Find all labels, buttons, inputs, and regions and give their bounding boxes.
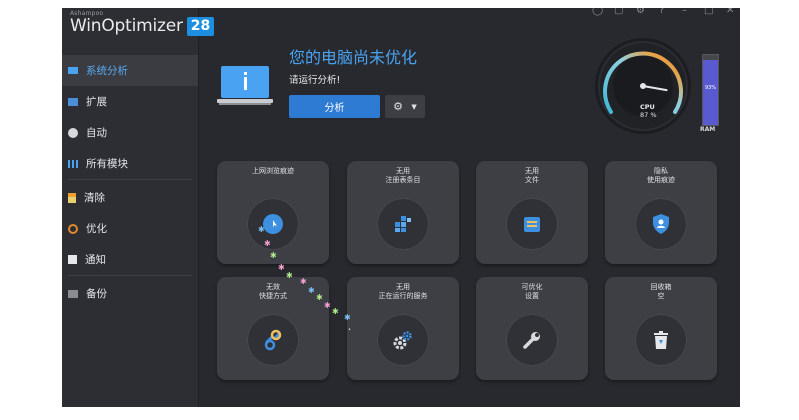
sparkle-icon: ✱ [278, 263, 285, 272]
backup-icon [68, 289, 78, 298]
sidebar-item-label: 系统分析 [86, 65, 128, 77]
cpu-gauge [595, 38, 691, 134]
check-box-icon [68, 255, 77, 264]
wrench-icon [523, 332, 540, 349]
note-icon[interactable]: ▢ [614, 8, 623, 16]
sparkle-icon: ✱ [344, 313, 351, 322]
brand-name: WinOptimizer [70, 16, 183, 36]
extend-icon [68, 97, 78, 106]
privacy-shield-icon [653, 214, 669, 234]
sidebar-item-label: 清除 [84, 192, 105, 204]
broken-link-icon [264, 329, 282, 351]
sparkle-icon: ✱ [300, 277, 307, 286]
feedback-icon[interactable]: ◯ [592, 8, 603, 16]
ram-bar-fill [703, 59, 718, 125]
sidebar-item-extend[interactable]: 扩展 [62, 86, 198, 117]
sidebar-item-label: 通知 [85, 254, 106, 266]
close-icon[interactable]: ✕ [726, 8, 734, 16]
sparkle-icon: ✱ [270, 251, 277, 260]
tile-icon-circle [377, 198, 429, 250]
tile-label: 无用 正在运行的服务 [378, 283, 428, 300]
tile-icon-circle [506, 314, 558, 366]
help-icon[interactable]: ? [659, 8, 664, 16]
sidebar-divider [68, 275, 192, 276]
tile-running-services[interactable]: 无用 正在运行的服务 [347, 277, 459, 380]
cpu-label: CPU [640, 103, 655, 111]
ram-label: RAM [700, 126, 716, 133]
tile-icon-circle [247, 314, 299, 366]
sidebar-item-optimize[interactable]: 优化 [62, 213, 198, 244]
sidebar: Ashampoo WinOptimizer 28 系统分析 扩展 自动 所有模块 [62, 8, 215, 407]
tile-label: 上网浏览痕迹 [252, 167, 294, 175]
sidebar-item-auto[interactable]: 自动 [62, 117, 198, 148]
sidebar-item-label: 所有模块 [86, 158, 128, 170]
sidebar-item-label: 备份 [86, 288, 107, 300]
ram-bar: 93% [702, 54, 719, 126]
files-tray-icon [524, 217, 540, 232]
sidebar-item-label: 自动 [86, 127, 107, 139]
sparkle-icon: ✱ [324, 301, 331, 310]
tile-registry-entries[interactable]: 无用 注册表条目 [347, 161, 459, 264]
tile-label: 隐私 使用痕迹 [647, 167, 675, 184]
brand-logo: Ashampoo WinOptimizer 28 [70, 10, 215, 36]
speedometer-icon [68, 223, 78, 234]
laptop-info-icon [217, 66, 273, 105]
sparkle-icon: ✱ [332, 307, 339, 316]
sparkle-icon: ✱ [286, 271, 293, 280]
brand-version-badge: 28 [186, 16, 215, 36]
ram-value: 93% [704, 85, 717, 91]
tile-junk-files[interactable]: 无用 文件 [476, 161, 588, 264]
tile-privacy-traces[interactable]: 隐私 使用痕迹 [605, 161, 717, 264]
minimize-icon[interactable]: – [682, 8, 687, 16]
tile-recycle-bin[interactable]: 回收箱 空 [605, 277, 717, 380]
sidebar-item-backup[interactable]: 备份 [62, 278, 198, 309]
sidebar-item-label: 优化 [86, 223, 107, 235]
sidebar-item-system-analysis[interactable]: 系统分析 [62, 55, 198, 86]
chevron-down-icon: ▼ [411, 102, 417, 111]
cpu-value: 87 % [640, 111, 657, 119]
tile-icon-circle [506, 198, 558, 250]
page-title: 您的电脑尚未优化 [289, 48, 418, 67]
tile-label: 无用 注册表条目 [385, 167, 421, 184]
tile-browser-traces[interactable]: 上网浏览痕迹 [217, 161, 329, 264]
gear-icon: ⚙ [393, 100, 404, 113]
app-window: ◯ ▢ ⚙ ? – □ ✕ Ashampoo WinOptimizer 28 系… [62, 8, 740, 407]
auto-icon [68, 127, 78, 138]
tile-icon-circle [635, 314, 687, 366]
system-analysis-icon [68, 67, 78, 74]
sidebar-nav: 系统分析 扩展 自动 所有模块 清除 优化 通知 备份 [62, 55, 198, 309]
maximize-icon[interactable]: □ [704, 8, 713, 16]
tile-label: 无用 文件 [525, 167, 539, 184]
registry-blocks-icon [395, 216, 411, 232]
analysis-options-button[interactable]: ⚙ ▼ [385, 95, 425, 118]
sparkle-icon: ✱ [264, 239, 271, 248]
tile-icon-circle [635, 198, 687, 250]
recycle-bin-icon [654, 331, 668, 349]
sidebar-item-label: 扩展 [86, 96, 107, 108]
settings-gear-icon[interactable]: ⚙ [636, 8, 645, 16]
tile-optimizable-settings[interactable]: 可优化 设置 [476, 277, 588, 380]
sparkle-icon: ✱ [258, 225, 265, 234]
sparkle-icon: • [348, 327, 351, 333]
analyze-button[interactable]: 分析 [289, 95, 380, 118]
tile-label: 回收箱 空 [650, 283, 672, 300]
sidebar-item-clean[interactable]: 清除 [62, 182, 198, 213]
sidebar-item-notify[interactable]: 通知 [62, 244, 198, 275]
sidebar-item-all-modules[interactable]: 所有模块 [62, 148, 198, 179]
sparkle-icon: ✱ [308, 286, 315, 295]
sparkle-icon: ✱ [316, 293, 323, 302]
tile-icon-circle [247, 198, 299, 250]
modules-grid-icon [68, 159, 78, 168]
services-gears-icon [393, 331, 412, 350]
page-subtitle: 请运行分析! [289, 75, 341, 86]
tile-label: 可优化 设置 [521, 283, 543, 300]
broom-icon [68, 192, 76, 203]
tile-icon-circle [377, 314, 429, 366]
sidebar-divider [68, 179, 192, 180]
